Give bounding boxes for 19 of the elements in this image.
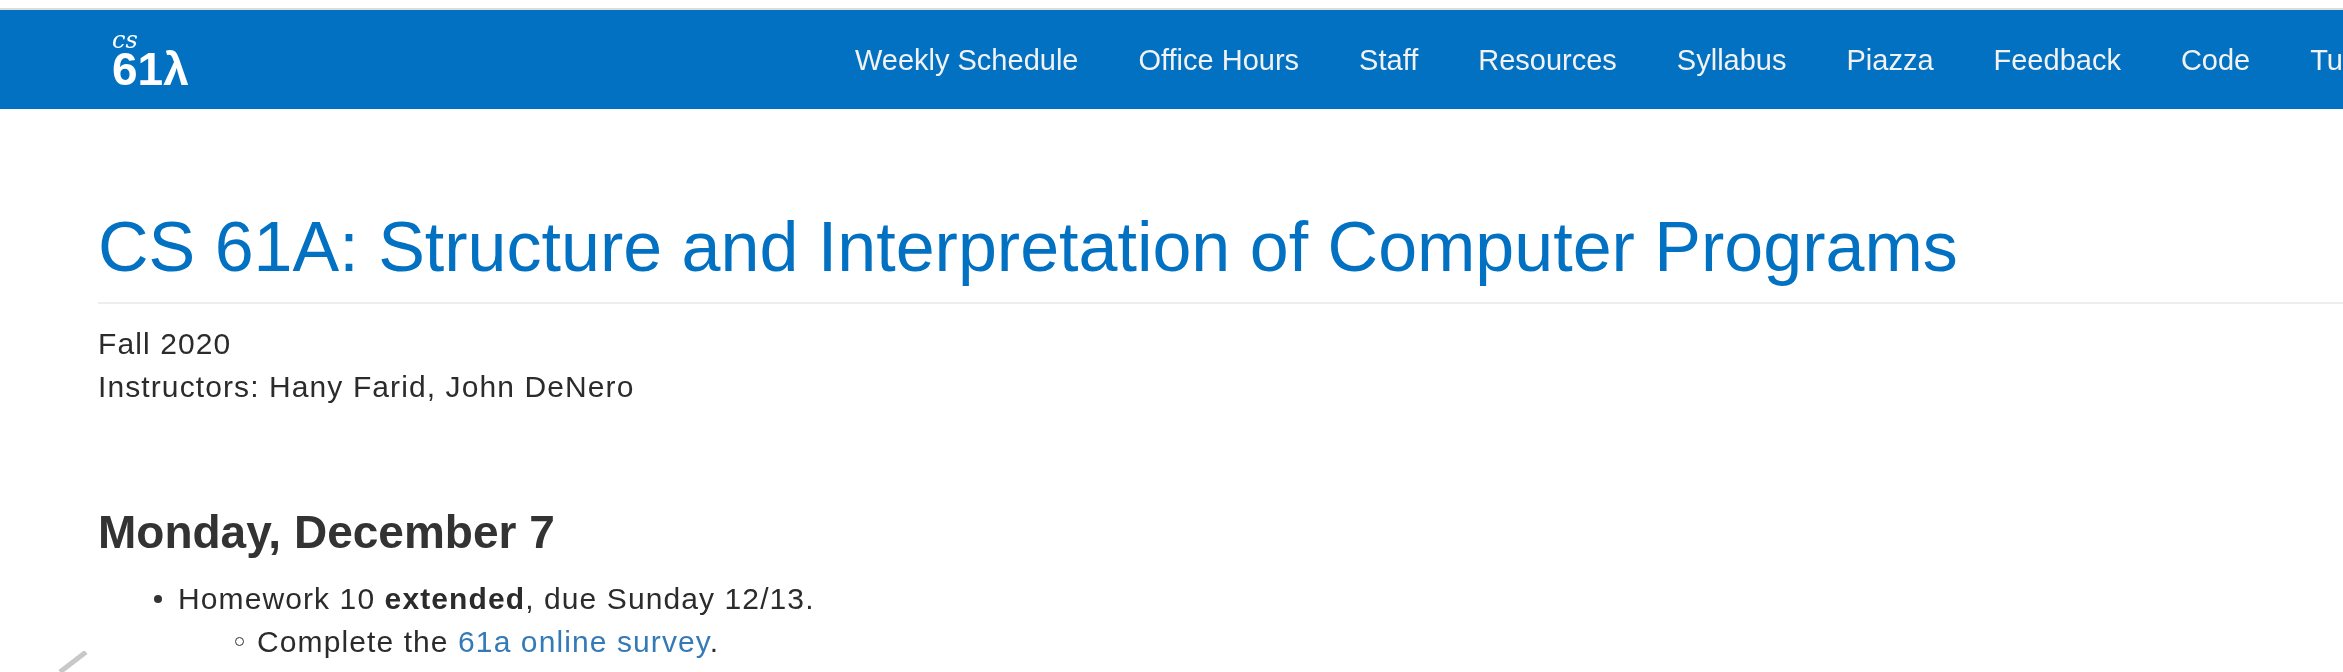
diagonal-stroke-icon xyxy=(58,651,88,672)
survey-link[interactable]: 61a online survey xyxy=(458,625,710,658)
page-title: CS 61A: Structure and Interpretation of Computer Programs xyxy=(98,204,2343,304)
date-heading: Monday, December 7 xyxy=(98,505,556,560)
nav-link[interactable]: Syllabus xyxy=(1676,39,1787,80)
nav-link[interactable]: Office Hours xyxy=(1138,39,1300,80)
list-item-text: Complete the 61a online survey. xyxy=(257,624,720,660)
instructors-text: Instructors: Hany Farid, John DeNero xyxy=(98,369,635,405)
nav-link[interactable]: Tu xyxy=(2310,39,2343,80)
course-logo[interactable]: cs 61λ xyxy=(112,30,189,89)
nav-link[interactable]: Resources xyxy=(1478,39,1617,80)
bullet-icon xyxy=(154,594,162,603)
nav-link[interactable]: Code xyxy=(2180,39,2251,80)
nav-link[interactable]: Piazza xyxy=(1846,39,1934,80)
nav-link[interactable]: Weekly Schedule xyxy=(854,39,1079,80)
term-text: Fall 2020 xyxy=(98,326,232,362)
nav-link[interactable]: Staff xyxy=(1359,39,1419,80)
nav-link[interactable]: Feedback xyxy=(1993,39,2121,80)
list-item-text: Homework 10 extended, due Sunday 12/13. xyxy=(178,581,815,617)
